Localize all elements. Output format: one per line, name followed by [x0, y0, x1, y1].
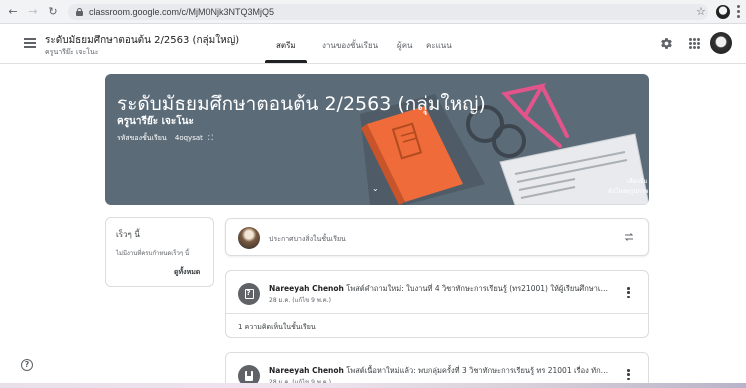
question-icon: ? — [238, 283, 260, 305]
apps-grid-icon[interactable] — [689, 38, 700, 49]
taskbar-strip — [0, 383, 746, 388]
upcoming-card: เร็วๆ นี้ ไม่มีงานที่ครบกำหนดเร็วๆ นี้ ด… — [105, 217, 214, 287]
gear-icon[interactable] — [660, 37, 673, 50]
class-subtitle: ครูนารีย๊ะ เจะโนะ — [45, 48, 99, 56]
upcoming-title: เร็วๆ นี้ — [116, 230, 140, 239]
browser-menu-icon[interactable] — [737, 5, 740, 18]
browser-profile-avatar[interactable] — [716, 5, 730, 19]
class-code-value[interactable]: 4oqysat — [175, 134, 203, 142]
help-icon[interactable]: ? — [21, 359, 33, 371]
announce-placeholder[interactable]: ประกาศบางสิ่งในชั้นเรียน — [269, 234, 346, 245]
classroom-header: ระดับมัธยมศึกษาตอนต้น 2/2563 (กลุ่มใหญ่)… — [0, 24, 746, 64]
post-title[interactable]: Nareeyah Chenoh โพสต์เนื้อหาใหม่แล้ว: พบ… — [269, 365, 609, 377]
select-theme-link[interactable]: เลือกธีม — [627, 176, 648, 186]
chevron-down-icon[interactable]: ⌄ — [372, 184, 379, 193]
user-avatar — [238, 227, 260, 249]
banner-teacher-name: ครูนารีย๊ะ เจะโนะ — [117, 116, 194, 127]
view-all-link[interactable]: ดูทั้งหมด — [174, 267, 200, 278]
announce-box[interactable]: ประกาศบางสิ่งในชั้นเรียน — [225, 218, 649, 256]
browser-toolbar: ← → ↻ classroom.google.com/c/MjM0Njk3NTQ… — [0, 0, 746, 24]
upload-photo-link[interactable]: อัปโหลดรูปภาพ — [608, 186, 648, 196]
tab-classwork[interactable]: งานของชั้นเรียน — [322, 39, 378, 52]
forward-arrow-icon[interactable]: → — [26, 5, 40, 19]
account-avatar[interactable] — [710, 32, 732, 54]
upcoming-empty-text: ไม่มีงานที่ครบกำหนดเร็วๆ นี้ — [116, 250, 190, 257]
post-text: โพสต์เนื้อหาใหม่แล้ว: พบกลุ่มครั้งที่ 3 … — [343, 366, 609, 375]
lock-icon — [76, 8, 83, 16]
class-banner: ระดับมัธยมศึกษาตอนต้น 2/2563 (กลุ่มใหญ่)… — [105, 74, 649, 205]
url-text: classroom.google.com/c/MjM0Njk3NTQ3MjQ5 — [89, 7, 275, 17]
tab-grades[interactable]: คะแนน — [426, 39, 452, 52]
fullscreen-icon[interactable]: ⛶ — [208, 134, 213, 142]
post-menu-icon[interactable] — [627, 369, 630, 380]
pink-glasses-illustration — [501, 83, 569, 148]
repost-icon[interactable] — [623, 231, 635, 243]
post-author: Nareeyah Chenoh — [269, 284, 344, 293]
bookmark-star-icon[interactable]: ☆ — [696, 5, 706, 18]
main-menu-icon[interactable] — [24, 38, 36, 48]
post-date: 28 ม.ค. (แก้ไข 9 พ.ค.) — [269, 297, 331, 304]
address-bar[interactable]: classroom.google.com/c/MjM0Njk3NTQ3MjQ5 — [68, 4, 708, 20]
stream-post[interactable]: ? Nareeyah Chenoh โพสต์คำถามใหม่: ใบงานท… — [225, 270, 649, 338]
post-title[interactable]: Nareeyah Chenoh โพสต์คำถามใหม่: ใบงานที่… — [269, 283, 609, 295]
reload-icon[interactable]: ↻ — [46, 5, 60, 19]
back-arrow-icon[interactable]: ← — [6, 5, 20, 19]
post-menu-icon[interactable] — [627, 287, 630, 298]
active-tab-indicator — [265, 60, 307, 63]
class-comments-link[interactable]: 1 ความคิดเห็นในชั้นเรียน — [238, 322, 316, 333]
post-divider — [226, 313, 648, 314]
tab-people[interactable]: ผู้คน — [397, 39, 413, 52]
post-author: Nareeyah Chenoh — [269, 366, 344, 375]
post-text: โพสต์คำถามใหม่: ใบงานที่ 4 วิชาทักษะการเ… — [343, 284, 609, 293]
class-code-row: รหัสของชั้นเรียน 4oqysat ⛶ — [117, 133, 213, 144]
tab-stream[interactable]: สตรีม — [276, 39, 296, 52]
class-title[interactable]: ระดับมัธยมศึกษาตอนต้น 2/2563 (กลุ่มใหญ่) — [45, 33, 239, 48]
class-code-label: รหัสของชั้นเรียน — [117, 134, 167, 142]
